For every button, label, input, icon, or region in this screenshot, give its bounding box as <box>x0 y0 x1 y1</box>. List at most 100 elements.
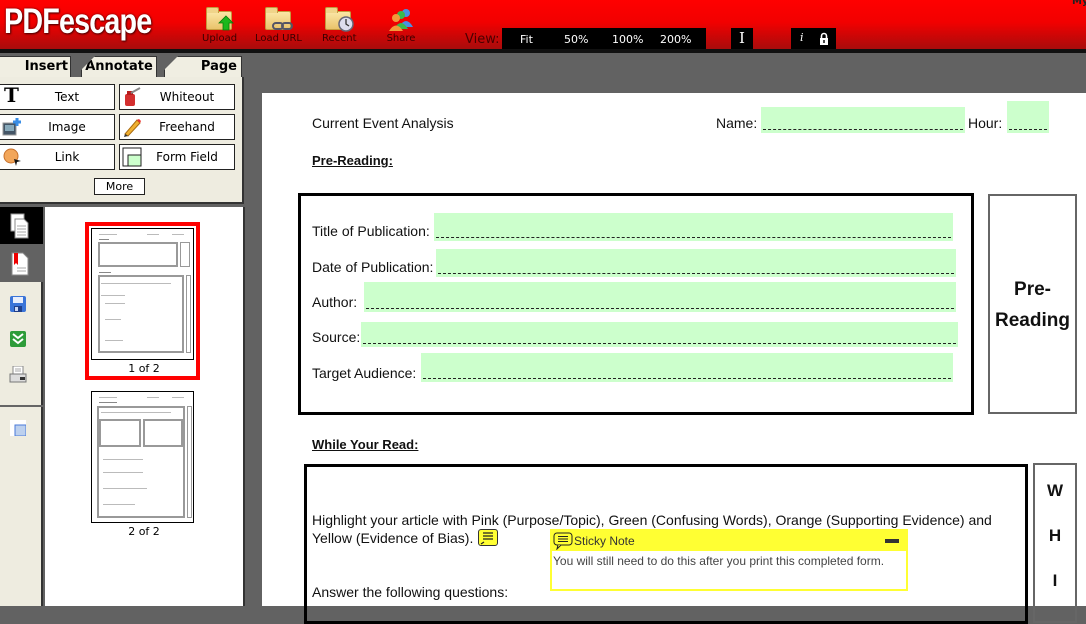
pre-reading-side-line1: Pre- <box>1014 279 1051 300</box>
my-account-link[interactable]: My <box>1072 0 1086 7</box>
zoom-50[interactable]: 50% <box>564 33 588 46</box>
tab-page[interactable]: Page <box>164 56 242 78</box>
date-of-publication-field[interactable] <box>436 249 956 277</box>
info-icon[interactable]: i <box>800 31 804 44</box>
tab-annotate-label: Annotate <box>85 59 153 74</box>
recent-button[interactable]: Recent <box>322 6 357 44</box>
source-field[interactable] <box>361 322 958 347</box>
name-label: Name: <box>716 115 758 131</box>
download-button[interactable] <box>0 321 43 359</box>
link-tool-button[interactable]: Link <box>0 144 115 170</box>
tab-insert-label: Insert <box>24 59 68 74</box>
thumbnail-label-2: 2 of 2 <box>128 525 160 538</box>
side-letter-w: W <box>1046 481 1064 500</box>
sticky-note-popup[interactable]: Sticky Note You will still need to do th… <box>550 529 908 591</box>
highlight-instructions-line1: Highlight your article with Pink (Purpos… <box>312 512 992 528</box>
hour-label: Hour: <box>968 115 1003 131</box>
form-field-tool-button[interactable]: Form Field <box>119 144 235 170</box>
insert-tools-panel: T Text Whiteout Image Freehand Link Form… <box>0 77 244 204</box>
sticky-note-marker-icon[interactable] <box>478 529 498 546</box>
answer-questions-text: Answer the following questions: <box>312 584 509 600</box>
date-of-publication-label: Date of Publication: <box>312 259 434 275</box>
text-cursor-tool[interactable]: I <box>731 28 753 49</box>
tab-insert[interactable]: Insert <box>0 56 71 78</box>
page-thumbnail-2[interactable] <box>91 391 194 523</box>
download-icon <box>10 331 26 347</box>
pdf-page: Current Event Analysis Name: Hour: Pre-R… <box>262 93 1086 624</box>
sticky-note-body[interactable]: You will still need to do this after you… <box>552 551 906 568</box>
hour-field[interactable] <box>1007 101 1049 133</box>
author-field[interactable] <box>364 282 956 312</box>
pdfescape-logo[interactable]: PDFescape <box>4 2 152 42</box>
left-panel: Insert Annotate Page T Text Whiteout Ima… <box>0 53 245 606</box>
zoom-200[interactable]: 200% <box>660 33 691 46</box>
title-of-publication-field[interactable] <box>434 213 953 241</box>
freehand-tool-label: Freehand <box>159 120 215 134</box>
document-title: Current Event Analysis <box>312 115 454 131</box>
name-field[interactable] <box>761 107 965 133</box>
page-thumbnail-1[interactable] <box>91 228 194 360</box>
source-label: Source: <box>312 329 361 345</box>
while-reading-side-box: W H I <box>1033 463 1077 623</box>
info-lock-group: i <box>791 28 836 49</box>
whiteout-tool-label: Whiteout <box>159 90 215 104</box>
side-letter-i: I <box>1052 571 1058 590</box>
text-tool-button[interactable]: T Text <box>0 84 115 110</box>
upload-label: Upload <box>202 33 238 44</box>
pre-reading-heading: Pre-Reading: <box>312 153 393 168</box>
load-url-label: Load URL <box>255 33 303 44</box>
pages-view-button[interactable] <box>0 207 43 244</box>
print-button[interactable] <box>0 357 43 395</box>
tab-annotate[interactable]: Annotate <box>81 56 157 78</box>
image-tool-button[interactable]: Image <box>0 114 115 140</box>
target-audience-field[interactable] <box>421 353 953 382</box>
sticky-note-title: Sticky Note <box>574 534 635 548</box>
thumbnail-label-1: 1 of 2 <box>128 362 160 375</box>
zoom-fit[interactable]: Fit <box>520 33 533 46</box>
print-icon <box>9 366 27 383</box>
save-icon <box>10 296 26 312</box>
bookmark-icon <box>11 252 29 276</box>
recent-label: Recent <box>322 33 357 44</box>
sticky-note-minimize-button[interactable] <box>885 539 899 543</box>
window-button[interactable] <box>0 410 43 448</box>
pages-icon <box>10 213 29 239</box>
save-button[interactable] <box>0 286 43 324</box>
image-tool-label: Image <box>48 120 86 134</box>
highlight-instructions-line2: Yellow (Evidence of Bias). <box>312 530 474 546</box>
folder-clock-icon <box>322 6 356 32</box>
form-field-tool-label: Form Field <box>156 150 218 164</box>
whiteout-tool-button[interactable]: Whiteout <box>119 84 235 110</box>
sticky-note-header[interactable]: Sticky Note <box>552 531 906 551</box>
author-label: Author: <box>312 294 358 310</box>
load-url-button[interactable]: Load URL <box>255 6 302 44</box>
lock-icon[interactable] <box>819 32 829 45</box>
side-divider <box>0 405 43 407</box>
share-users-icon <box>384 6 418 32</box>
title-of-publication-label: Title of Publication: <box>312 223 430 239</box>
share-label: Share <box>386 33 416 44</box>
folder-upload-icon <box>203 6 237 32</box>
upload-button[interactable]: Upload <box>202 6 237 44</box>
sticky-note-icon <box>553 532 573 550</box>
text-cursor-icon: I <box>739 29 745 47</box>
bookmarks-view-button[interactable] <box>0 244 43 282</box>
top-toolbar: PDFescape Upload Load URL Recent Share V… <box>0 0 1086 49</box>
share-button[interactable]: Share <box>384 6 418 44</box>
window-icon <box>10 420 26 436</box>
link-tool-label: Link <box>54 150 80 164</box>
text-tool-label: Text <box>54 90 80 104</box>
pre-reading-side-box: Pre- Reading <box>988 194 1077 414</box>
side-letter-h: H <box>1048 526 1062 545</box>
more-button[interactable]: More <box>94 178 145 195</box>
zoom-bar: Fit 50% 100% 200% <box>502 28 706 49</box>
pre-reading-side-line2: Reading <box>995 310 1070 331</box>
folder-link-icon <box>262 6 296 32</box>
while-you-read-heading: While Your Read: <box>312 437 419 452</box>
zoom-100[interactable]: 100% <box>612 33 643 46</box>
view-label: View: <box>465 32 500 47</box>
thumbnail-panel: 1 of 2 2 of 2 <box>45 207 245 606</box>
target-audience-label: Target Audience: <box>312 365 417 381</box>
freehand-tool-button[interactable]: Freehand <box>119 114 235 140</box>
tab-page-label: Page <box>200 59 237 74</box>
